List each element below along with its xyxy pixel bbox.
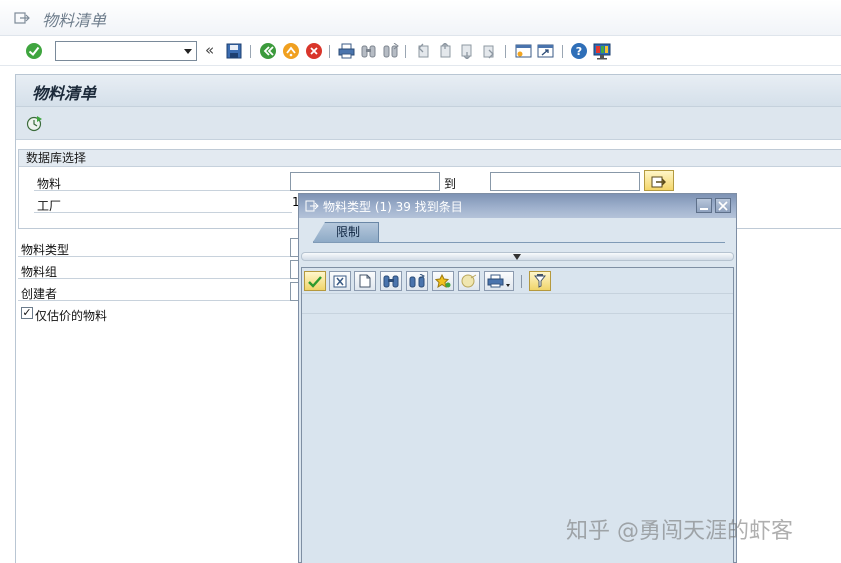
cancel-icon [306, 43, 322, 59]
favorites-button[interactable] [432, 271, 454, 291]
grid-find-next-button[interactable] [406, 271, 428, 291]
info-icon [461, 274, 477, 288]
watermark: 知乎 @勇闯天涯的虾客 [566, 519, 793, 544]
exit-screen-icon[interactable] [14, 11, 30, 25]
back-button[interactable] [258, 41, 278, 61]
valuated-only-label: 仅估价的物料 [35, 309, 108, 323]
find-next-icon [409, 274, 425, 288]
application-toolbar [16, 107, 841, 140]
new-icon [359, 274, 371, 288]
info-button[interactable] [458, 271, 480, 291]
restrictions-splitter[interactable] [301, 252, 734, 261]
last-page-button[interactable] [479, 41, 499, 61]
shortcut-icon [537, 44, 553, 58]
grid-print-button[interactable] [484, 271, 514, 291]
print-icon [487, 274, 510, 288]
prev-page-icon [440, 43, 451, 58]
execute-icon[interactable] [26, 114, 44, 132]
grid-toolbar [302, 268, 733, 294]
grid-find-button[interactable] [380, 271, 402, 291]
group-title: 数据库选择 [19, 150, 841, 167]
create-session-icon [515, 44, 531, 58]
minimize-button[interactable] [696, 198, 712, 213]
dialog-title: 物料类型 (1) 39 找到条目 [323, 200, 463, 214]
first-page-icon [418, 43, 429, 58]
create-session-button[interactable] [513, 41, 533, 61]
valuated-only-checkbox[interactable]: ✓ [21, 307, 33, 319]
print-icon [338, 43, 354, 59]
back-icon [260, 43, 276, 59]
prev-page-button[interactable] [435, 41, 455, 61]
save-icon [226, 43, 242, 59]
dialog-cancel-button[interactable] [329, 271, 351, 291]
exit-button[interactable] [281, 41, 301, 61]
help-button[interactable]: ? [569, 41, 589, 61]
first-page-button[interactable] [413, 41, 433, 61]
material-type-dialog: 物料类型 (1) 39 找到条目 限制 [298, 193, 737, 563]
dialog-title-bar[interactable]: 物料类型 (1) 39 找到条目 [299, 194, 736, 218]
minimize-icon [700, 207, 708, 210]
layout-button[interactable] [592, 41, 612, 61]
dialog-tabstrip: 限制 [299, 218, 736, 244]
close-icon [718, 200, 728, 211]
close-button[interactable] [715, 198, 731, 213]
to-label: 到 [444, 177, 457, 191]
favorite-icon [435, 274, 451, 288]
new-list-button[interactable] [354, 271, 376, 291]
screen-header: 物料清单 [16, 75, 841, 107]
exit-icon [283, 43, 299, 59]
layout-icon [593, 43, 611, 59]
next-page-button[interactable] [457, 41, 477, 61]
standard-toolbar: « ? [0, 36, 841, 66]
svg-text:?: ? [576, 45, 582, 58]
chevron-down-icon[interactable] [184, 49, 192, 54]
multiple-selection-button[interactable] [644, 170, 674, 191]
save-button[interactable] [224, 41, 244, 61]
ok-icon [308, 275, 322, 288]
tab-restrictions[interactable]: 限制 [313, 222, 379, 242]
title-bar: 物料清单 [0, 0, 841, 36]
filter-button[interactable] [529, 271, 551, 291]
shortcut-button[interactable] [535, 41, 555, 61]
material-from-input[interactable] [290, 172, 440, 191]
find-next-icon [383, 43, 399, 58]
cancel-icon [333, 275, 347, 287]
material-to-input[interactable] [490, 172, 640, 191]
window-title: 物料清单 [42, 11, 107, 30]
help-icon: ? [571, 43, 587, 59]
find-next-button[interactable] [380, 41, 400, 61]
ok-button[interactable] [304, 271, 326, 291]
dialog-exit-icon [305, 200, 319, 212]
next-page-icon [461, 44, 472, 59]
screen-title: 物料清单 [32, 84, 97, 103]
enter-icon [26, 43, 42, 59]
multiple-selection-icon [651, 176, 666, 187]
filter-icon [534, 274, 546, 288]
cancel-button[interactable] [304, 41, 324, 61]
find-icon [361, 45, 375, 58]
enter-button[interactable] [24, 41, 44, 61]
expand-triangle-icon[interactable] [513, 254, 521, 260]
last-page-icon [483, 45, 494, 59]
grid-empty-row [302, 294, 733, 314]
find-icon [383, 275, 399, 288]
command-field[interactable] [55, 41, 197, 61]
find-button[interactable] [358, 41, 378, 61]
print-button[interactable] [336, 41, 356, 61]
collapse-chevron-icon[interactable]: « [205, 41, 214, 59]
